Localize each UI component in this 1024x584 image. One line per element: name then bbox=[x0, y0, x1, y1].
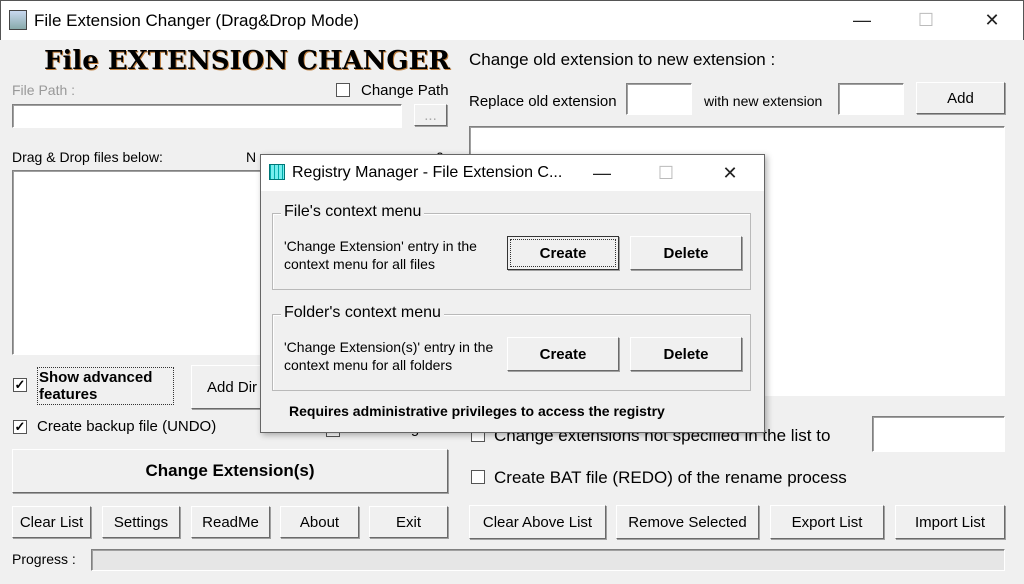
change-extensions-button[interactable]: Change Extension(s) bbox=[12, 449, 448, 493]
clear-list-button[interactable]: Clear List bbox=[12, 506, 91, 538]
dialog-maximize-button[interactable]: ☐ bbox=[643, 155, 689, 191]
about-button[interactable]: About bbox=[280, 506, 359, 538]
dialog-minimize-button[interactable]: — bbox=[579, 155, 625, 191]
folder-context-group: Folder's context menu 'Change Extension(… bbox=[272, 304, 751, 391]
old-extension-input[interactable] bbox=[626, 83, 692, 115]
backup-label: Create backup file (UNDO) bbox=[37, 418, 217, 435]
file-create-button[interactable]: Create bbox=[507, 236, 619, 270]
drag-drop-label: Drag & Drop files below: bbox=[12, 149, 163, 165]
admin-note: Requires administrative privileges to ac… bbox=[289, 403, 665, 419]
right-heading: Change old extension to new extension : bbox=[469, 50, 776, 69]
app-icon bbox=[9, 10, 27, 30]
replace-label: Replace old extension bbox=[469, 93, 617, 110]
grid-icon bbox=[269, 164, 285, 180]
registry-manager-dialog: Registry Manager - File Extension C... —… bbox=[260, 154, 765, 433]
dialog-title: Registry Manager - File Extension C... bbox=[292, 164, 563, 181]
import-list-button[interactable]: Import List bbox=[895, 505, 1005, 539]
exit-button[interactable]: Exit bbox=[369, 506, 448, 538]
folder-context-desc: 'Change Extension(s)' entry in the conte… bbox=[284, 339, 494, 373]
folder-context-legend: Folder's context menu bbox=[281, 304, 444, 322]
folder-delete-button[interactable]: Delete bbox=[630, 337, 742, 371]
close-button[interactable]: ✕ bbox=[969, 1, 1015, 39]
show-advanced-label: Show advanced features bbox=[37, 367, 174, 405]
progress-bar bbox=[91, 549, 1005, 571]
bat-checkbox[interactable] bbox=[471, 470, 485, 484]
folder-create-button[interactable]: Create bbox=[507, 337, 619, 371]
browse-button[interactable]: ... bbox=[414, 104, 447, 126]
maximize-button[interactable]: ☐ bbox=[903, 1, 949, 39]
title-bar: File Extension Changer (Drag&Drop Mode) … bbox=[0, 0, 1024, 40]
show-advanced-checkbox[interactable]: ✓ bbox=[13, 378, 27, 392]
minimize-button[interactable]: — bbox=[839, 1, 885, 39]
window-title: File Extension Changer (Drag&Drop Mode) bbox=[34, 11, 360, 30]
file-delete-button[interactable]: Delete bbox=[630, 236, 742, 270]
export-list-button[interactable]: Export List bbox=[770, 505, 884, 539]
change-path-checkbox[interactable] bbox=[336, 83, 350, 97]
with-label: with new extension bbox=[704, 93, 823, 109]
dialog-close-button[interactable]: ✕ bbox=[707, 155, 753, 191]
app-logo: File EXTENSION CHANGER bbox=[44, 46, 450, 76]
readme-button[interactable]: ReadMe bbox=[191, 506, 270, 538]
remove-selected-button[interactable]: Remove Selected bbox=[616, 505, 759, 539]
file-path-input[interactable] bbox=[12, 104, 402, 128]
backup-checkbox[interactable]: ✓ bbox=[13, 420, 27, 434]
change-path-label: Change Path bbox=[361, 82, 449, 99]
file-path-label: File Path : bbox=[12, 82, 76, 98]
files-count-label: N bbox=[246, 149, 257, 165]
settings-button[interactable]: Settings bbox=[102, 506, 180, 538]
add-dir-button[interactable]: Add Dir bbox=[191, 365, 271, 409]
bat-label: Create BAT file (REDO) of the rename pro… bbox=[494, 468, 847, 487]
progress-label: Progress : bbox=[12, 551, 76, 567]
clear-above-list-button[interactable]: Clear Above List bbox=[469, 505, 606, 539]
file-context-desc: 'Change Extension' entry in the context … bbox=[284, 238, 477, 272]
add-button[interactable]: Add bbox=[916, 82, 1005, 114]
new-extension-input[interactable] bbox=[838, 83, 904, 115]
dialog-title-bar: Registry Manager - File Extension C... —… bbox=[261, 155, 764, 191]
unspecified-extension-input[interactable] bbox=[872, 416, 1005, 452]
file-context-group: File's context menu 'Change Extension' e… bbox=[272, 203, 751, 290]
file-context-legend: File's context menu bbox=[281, 203, 425, 221]
